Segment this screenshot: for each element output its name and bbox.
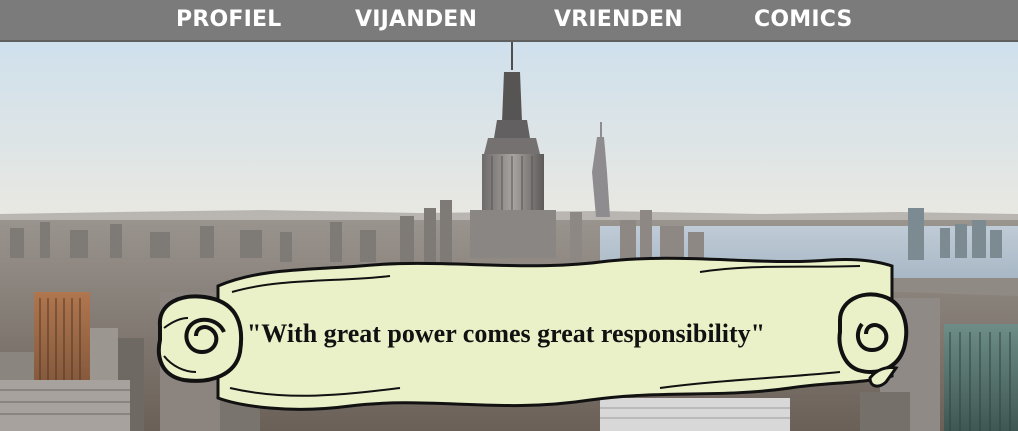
- hero-quote: "With great power comes great responsibi…: [246, 319, 766, 348]
- nav-link-vrienden[interactable]: VRIENDEN: [554, 6, 683, 34]
- top-navigation-bar: PROFIEL VIJANDEN VRIENDEN COMICS: [0, 0, 1018, 42]
- nav-link-profiel[interactable]: PROFIEL: [176, 6, 281, 34]
- nav-link-comics[interactable]: COMICS: [754, 6, 853, 34]
- nav-link-vijanden[interactable]: VIJANDEN: [355, 6, 477, 34]
